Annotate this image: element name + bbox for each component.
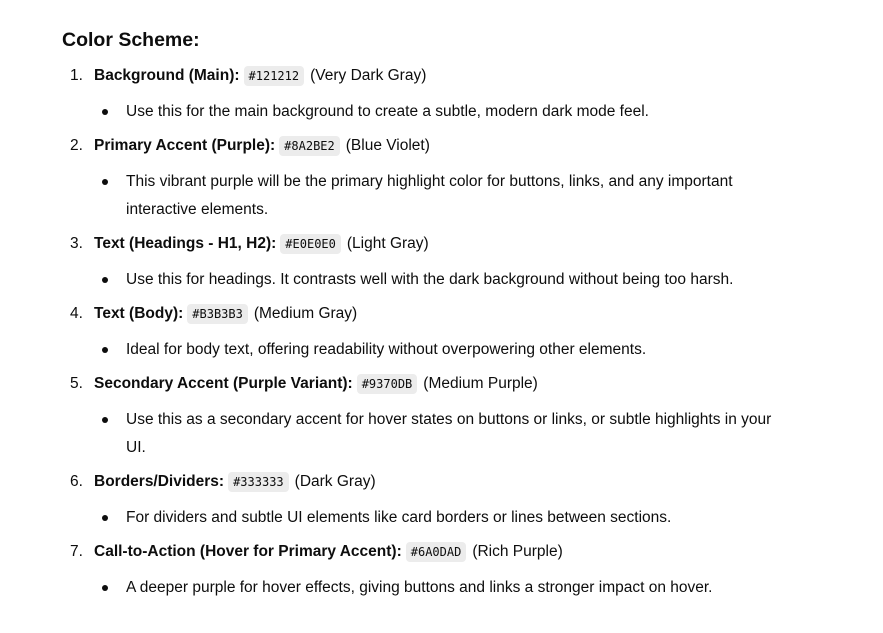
color-scheme-list: 1. Background (Main): #121212 (Very Dark…	[62, 64, 862, 602]
bullet-list: This vibrant purple will be the primary …	[62, 168, 862, 224]
bullet-icon	[102, 347, 108, 353]
item-number: 2.	[70, 137, 83, 154]
item-label: Text (Body):	[94, 305, 184, 322]
bullet-item: For dividers and subtle UI elements like…	[102, 504, 776, 532]
color-code: #121212	[243, 66, 305, 86]
item-number: 3.	[70, 235, 83, 252]
item-description: (Rich Purple)	[472, 543, 563, 560]
list-item: 1. Background (Main): #121212 (Very Dark…	[62, 64, 862, 126]
bullet-item: Ideal for body text, offering readabilit…	[102, 336, 776, 364]
list-item: 5. Secondary Accent (Purple Variant): #9…	[62, 372, 862, 462]
bullet-text: Use this for the main background to crea…	[126, 103, 649, 120]
bullet-list: Use this for the main background to crea…	[62, 98, 862, 126]
bullet-text: This vibrant purple will be the primary …	[126, 173, 733, 218]
bullet-text: Use this for headings. It contrasts well…	[126, 271, 734, 288]
color-code: #8A2BE2	[279, 136, 340, 156]
list-item: 4. Text (Body): #B3B3B3 (Medium Gray) Id…	[62, 302, 862, 364]
item-description: (Medium Gray)	[253, 305, 358, 322]
color-code: #E0E0E0	[280, 234, 341, 254]
color-code: #B3B3B3	[187, 304, 248, 324]
item-description: (Light Gray)	[346, 235, 429, 252]
bullet-text: A deeper purple for hover effects, givin…	[126, 579, 713, 596]
list-item: 6. Borders/Dividers: #333333 (Dark Gray)…	[62, 470, 862, 532]
bullet-item: Use this for the main background to crea…	[102, 98, 776, 126]
item-description: (Medium Purple)	[423, 375, 538, 392]
item-number: 1.	[70, 67, 83, 84]
section-heading: Color Scheme:	[62, 29, 200, 51]
item-label: Call-to-Action (Hover for Primary Accent…	[94, 543, 402, 560]
item-number: 5.	[70, 375, 83, 392]
bullet-text: Use this as a secondary accent for hover…	[126, 411, 772, 456]
bullet-list: Use this for headings. It contrasts well…	[62, 266, 862, 294]
item-label: Borders/Dividers:	[94, 473, 225, 490]
bullet-icon	[102, 515, 108, 521]
item-label: Text (Headings - H1, H2):	[94, 235, 277, 252]
bullet-icon	[102, 417, 108, 423]
bullet-item: Use this for headings. It contrasts well…	[102, 266, 776, 294]
item-description: (Very Dark Gray)	[310, 67, 427, 84]
item-number: 7.	[70, 543, 83, 560]
color-code: #6A0DAD	[405, 542, 467, 562]
bullet-icon	[102, 585, 108, 591]
list-item: 7. Call-to-Action (Hover for Primary Acc…	[62, 540, 862, 602]
item-description: (Dark Gray)	[294, 473, 376, 490]
bullet-icon	[102, 109, 108, 115]
item-label: Background (Main):	[94, 67, 240, 84]
bullet-text: Ideal for body text, offering readabilit…	[126, 341, 647, 358]
list-item: 2. Primary Accent (Purple): #8A2BE2 (Blu…	[62, 134, 862, 224]
bullet-list: A deeper purple for hover effects, givin…	[62, 574, 862, 602]
bullet-item: A deeper purple for hover effects, givin…	[102, 574, 776, 602]
bullet-list: For dividers and subtle UI elements like…	[62, 504, 862, 532]
item-number: 6.	[70, 473, 83, 490]
bullet-item: Use this as a secondary accent for hover…	[102, 406, 776, 462]
item-number: 4.	[70, 305, 83, 322]
color-code: #9370DB	[356, 374, 418, 394]
bullet-list: Ideal for body text, offering readabilit…	[62, 336, 862, 364]
document-content: Color Scheme: 1. Background (Main): #121…	[62, 26, 862, 602]
bullet-list: Use this as a secondary accent for hover…	[62, 406, 862, 462]
color-code: #333333	[228, 472, 289, 492]
bullet-icon	[102, 179, 108, 185]
item-label: Secondary Accent (Purple Variant):	[94, 375, 353, 392]
bullet-item: This vibrant purple will be the primary …	[102, 168, 776, 224]
list-item: 3. Text (Headings - H1, H2): #E0E0E0 (Li…	[62, 232, 862, 294]
item-label: Primary Accent (Purple):	[94, 137, 276, 154]
item-description: (Blue Violet)	[345, 137, 430, 154]
bullet-text: For dividers and subtle UI elements like…	[126, 509, 672, 526]
bullet-icon	[102, 277, 108, 283]
